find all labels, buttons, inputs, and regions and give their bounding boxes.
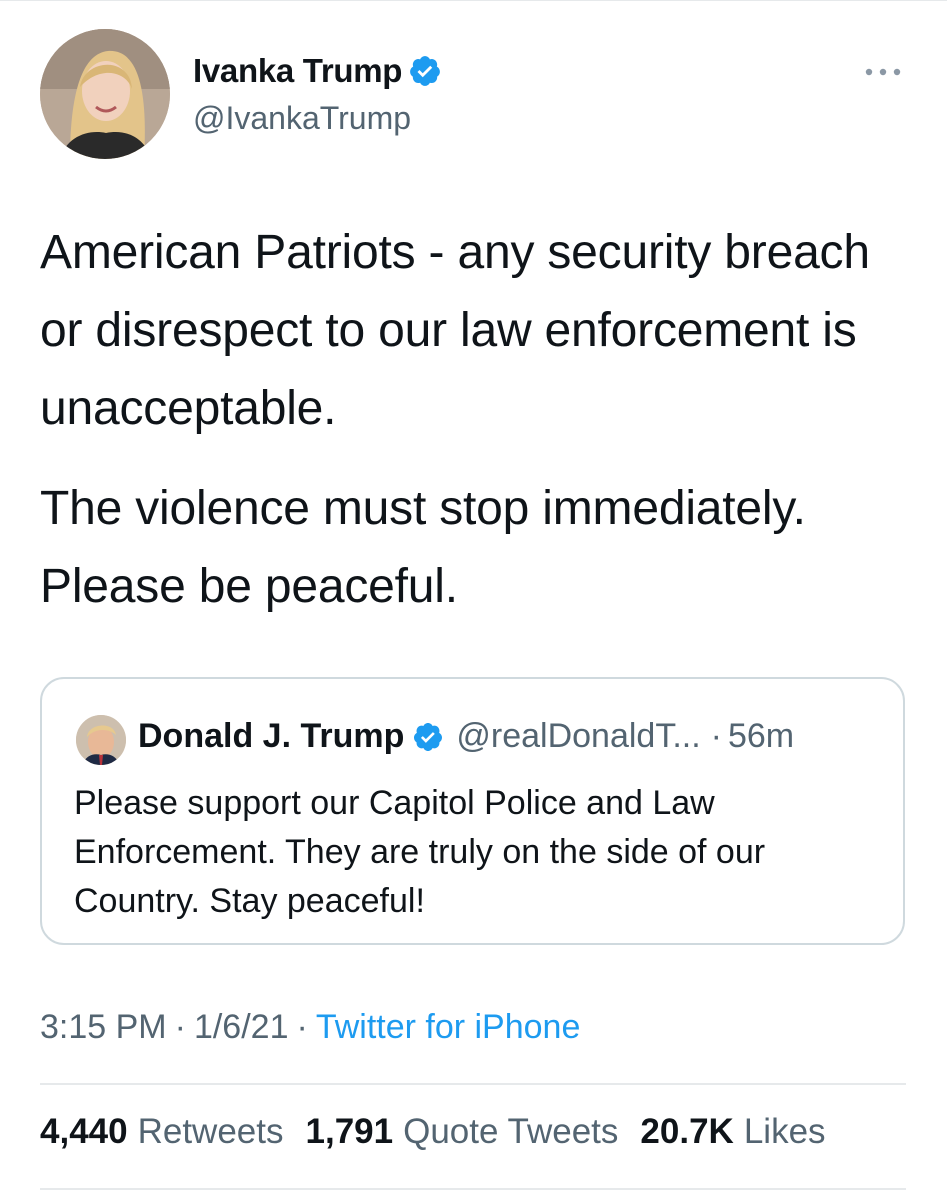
retweets-label: Retweets [137, 1112, 284, 1151]
tweet-text-paragraph-1: American Patriots - any security breach … [40, 226, 870, 435]
author-avatar[interactable] [40, 29, 170, 159]
quoted-author-name: Donald J. Trump [138, 717, 405, 755]
tweet-text-paragraph-2: The violence must stop immediately. Plea… [40, 482, 806, 613]
tweet-source-link[interactable]: Twitter for iPhone [316, 1008, 581, 1046]
quote-tweets-label: Quote Tweets [403, 1112, 619, 1151]
quoted-author-avatar-image [76, 715, 126, 765]
likes-count: 20.7K [640, 1112, 734, 1151]
quoted-author-avatar [76, 715, 126, 765]
likes-label: Likes [743, 1112, 826, 1151]
quoted-timestamp: 56m [727, 717, 795, 755]
retweets-count: 4,440 [40, 1112, 128, 1151]
author-name[interactable]: Ivanka Trump [193, 52, 402, 90]
tweet-date[interactable]: 1/6/21 [194, 1008, 289, 1046]
author-handle[interactable]: @IvankaTrump [193, 100, 411, 137]
meta-separator-2: · [296, 1008, 308, 1046]
quoted-author-handle: @realDonaldT... [456, 717, 701, 755]
tweet-time[interactable]: 3:15 PM [40, 1008, 167, 1046]
verified-badge-icon [410, 56, 441, 86]
top-divider [0, 0, 947, 1]
quoted-tweet-text: Please support our Capitol Police and La… [74, 784, 766, 920]
quote-tweets-count: 1,791 [305, 1112, 394, 1151]
engagement-stats: 4,440 Retweets 1,791 Quote Tweets 20.7K Lik… [40, 1112, 826, 1152]
author-name-row: Ivanka Trump [193, 52, 442, 90]
divider [40, 1083, 906, 1085]
author-avatar-image [40, 29, 170, 159]
likes-stat[interactable]: 20.7K Likes [640, 1112, 825, 1152]
retweets-stat[interactable]: 4,440 Retweets [40, 1112, 284, 1152]
quoted-header: Donald J. Trump @realDonaldT... · 56m [138, 717, 794, 756]
more-options-icon[interactable] [862, 62, 904, 82]
quoted-separator: · [710, 717, 722, 755]
meta-separator-1: · [174, 1008, 186, 1046]
quote-tweets-stat[interactable]: 1,791 Quote Tweets [306, 1112, 619, 1152]
tweet-metadata: 3:15 PM · 1/6/21 · Twitter for iPhone [40, 1008, 580, 1047]
verified-badge-icon [414, 722, 443, 751]
divider [40, 1188, 906, 1190]
quoted-tweet-card[interactable]: Donald J. Trump @realDonaldT... · 56m Pl… [40, 677, 905, 945]
